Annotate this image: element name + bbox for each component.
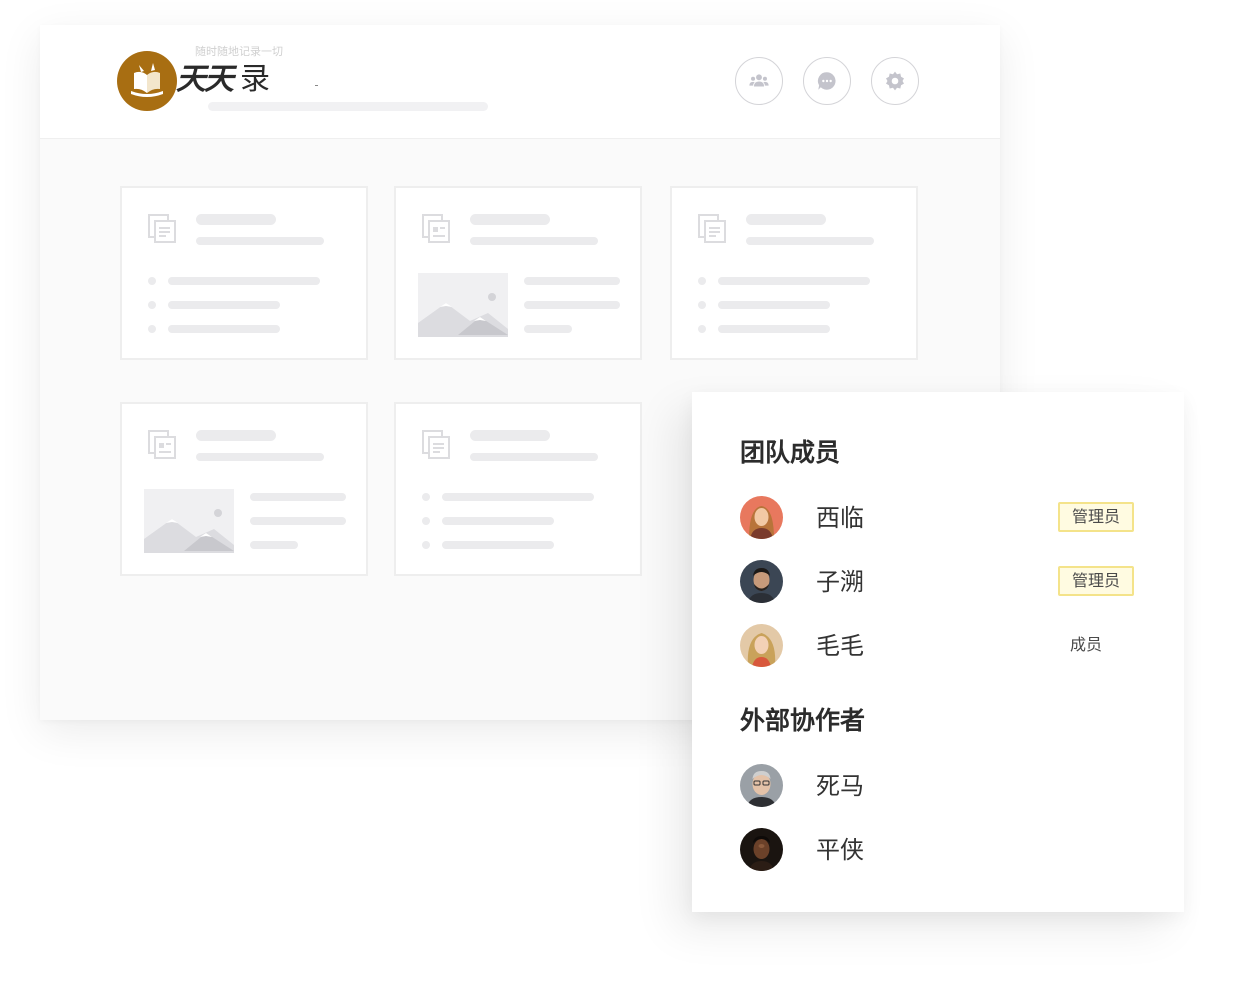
document-card[interactable]	[670, 186, 918, 360]
text-line-placeholder	[168, 301, 280, 309]
member-name: 西临	[816, 504, 864, 532]
title-placeholder	[470, 214, 550, 225]
member-row[interactable]: 西临 管理员	[740, 496, 1140, 540]
avatar	[740, 560, 783, 603]
subtitle-placeholder	[196, 237, 324, 245]
text-line-placeholder	[442, 541, 554, 549]
team-panel: 团队成员 西临 管理员 子溯 管理员 毛毛 成员 外部协作者 死马 平侠	[692, 392, 1184, 912]
document-icon	[422, 430, 450, 459]
subtitle-placeholder	[470, 453, 598, 461]
team-members-title: 团队成员	[740, 438, 841, 467]
document-icon	[422, 214, 450, 243]
logo-text-bold: 天天	[176, 62, 234, 97]
app-tagline: 随时随地记录一切	[195, 45, 283, 58]
collaborator-row[interactable]: 平侠	[740, 828, 1140, 872]
text-line-placeholder	[250, 541, 298, 549]
collaborator-name: 平侠	[816, 836, 864, 864]
text-line-placeholder	[168, 325, 280, 333]
bullet-dot	[148, 325, 156, 333]
document-card[interactable]	[120, 402, 368, 576]
role-label: 成员	[1070, 635, 1103, 654]
title-placeholder	[196, 430, 276, 441]
member-row[interactable]: 毛毛 成员	[740, 624, 1140, 668]
bullet-dot	[422, 517, 430, 525]
bullet-dot	[148, 301, 156, 309]
collaborator-row[interactable]: 死马	[740, 764, 1140, 808]
text-line-placeholder	[524, 325, 572, 333]
text-line-placeholder	[442, 493, 594, 501]
bullet-dot	[148, 277, 156, 285]
gear-icon	[886, 71, 904, 91]
document-icon	[698, 214, 726, 243]
text-line-placeholder	[250, 493, 346, 501]
bullet-dot	[698, 325, 706, 333]
subtitle-placeholder	[746, 237, 874, 245]
cursor-mark	[315, 85, 318, 86]
logo-text-light: 录	[240, 62, 270, 97]
title-placeholder	[746, 214, 826, 225]
logo-icon[interactable]	[117, 51, 177, 111]
subtitle-placeholder	[470, 237, 598, 245]
subtitle-placeholder	[196, 453, 324, 461]
app-logo-text: 天天录	[176, 60, 270, 100]
text-line-placeholder	[168, 277, 320, 285]
avatar	[740, 496, 783, 539]
document-card[interactable]	[394, 186, 642, 360]
document-icon	[148, 430, 176, 459]
app-header: 天天录 随时随地记录一切	[40, 25, 1000, 139]
external-collaborators-title: 外部协作者	[740, 706, 866, 735]
text-line-placeholder	[250, 517, 346, 525]
bullet-dot	[422, 493, 430, 501]
member-name: 毛毛	[816, 632, 864, 660]
avatar	[740, 764, 783, 807]
member-name: 子溯	[816, 568, 864, 596]
document-icon	[148, 214, 176, 243]
role-badge: 管理员	[1058, 502, 1134, 532]
document-card[interactable]	[120, 186, 368, 360]
bullet-dot	[698, 301, 706, 309]
settings-button[interactable]	[871, 57, 919, 105]
collaborator-name: 死马	[816, 772, 864, 800]
messages-button[interactable]	[803, 57, 851, 105]
bullet-dot	[698, 277, 706, 285]
title-placeholder	[470, 430, 550, 441]
text-line-placeholder	[718, 301, 830, 309]
text-line-placeholder	[718, 325, 830, 333]
document-card[interactable]	[394, 402, 642, 576]
bullet-dot	[422, 541, 430, 549]
image-placeholder-icon	[418, 273, 508, 337]
role-badge: 管理员	[1058, 566, 1134, 596]
avatar	[740, 624, 783, 667]
chat-icon	[817, 72, 836, 90]
text-line-placeholder	[524, 301, 620, 309]
search-placeholder-bar[interactable]	[208, 102, 488, 111]
text-line-placeholder	[718, 277, 870, 285]
text-line-placeholder	[524, 277, 620, 285]
team-icon	[749, 74, 769, 87]
image-placeholder-icon	[144, 489, 234, 553]
avatar	[740, 828, 783, 871]
title-placeholder	[196, 214, 276, 225]
member-row[interactable]: 子溯 管理员	[740, 560, 1140, 604]
text-line-placeholder	[442, 517, 554, 525]
members-button[interactable]	[735, 57, 783, 105]
